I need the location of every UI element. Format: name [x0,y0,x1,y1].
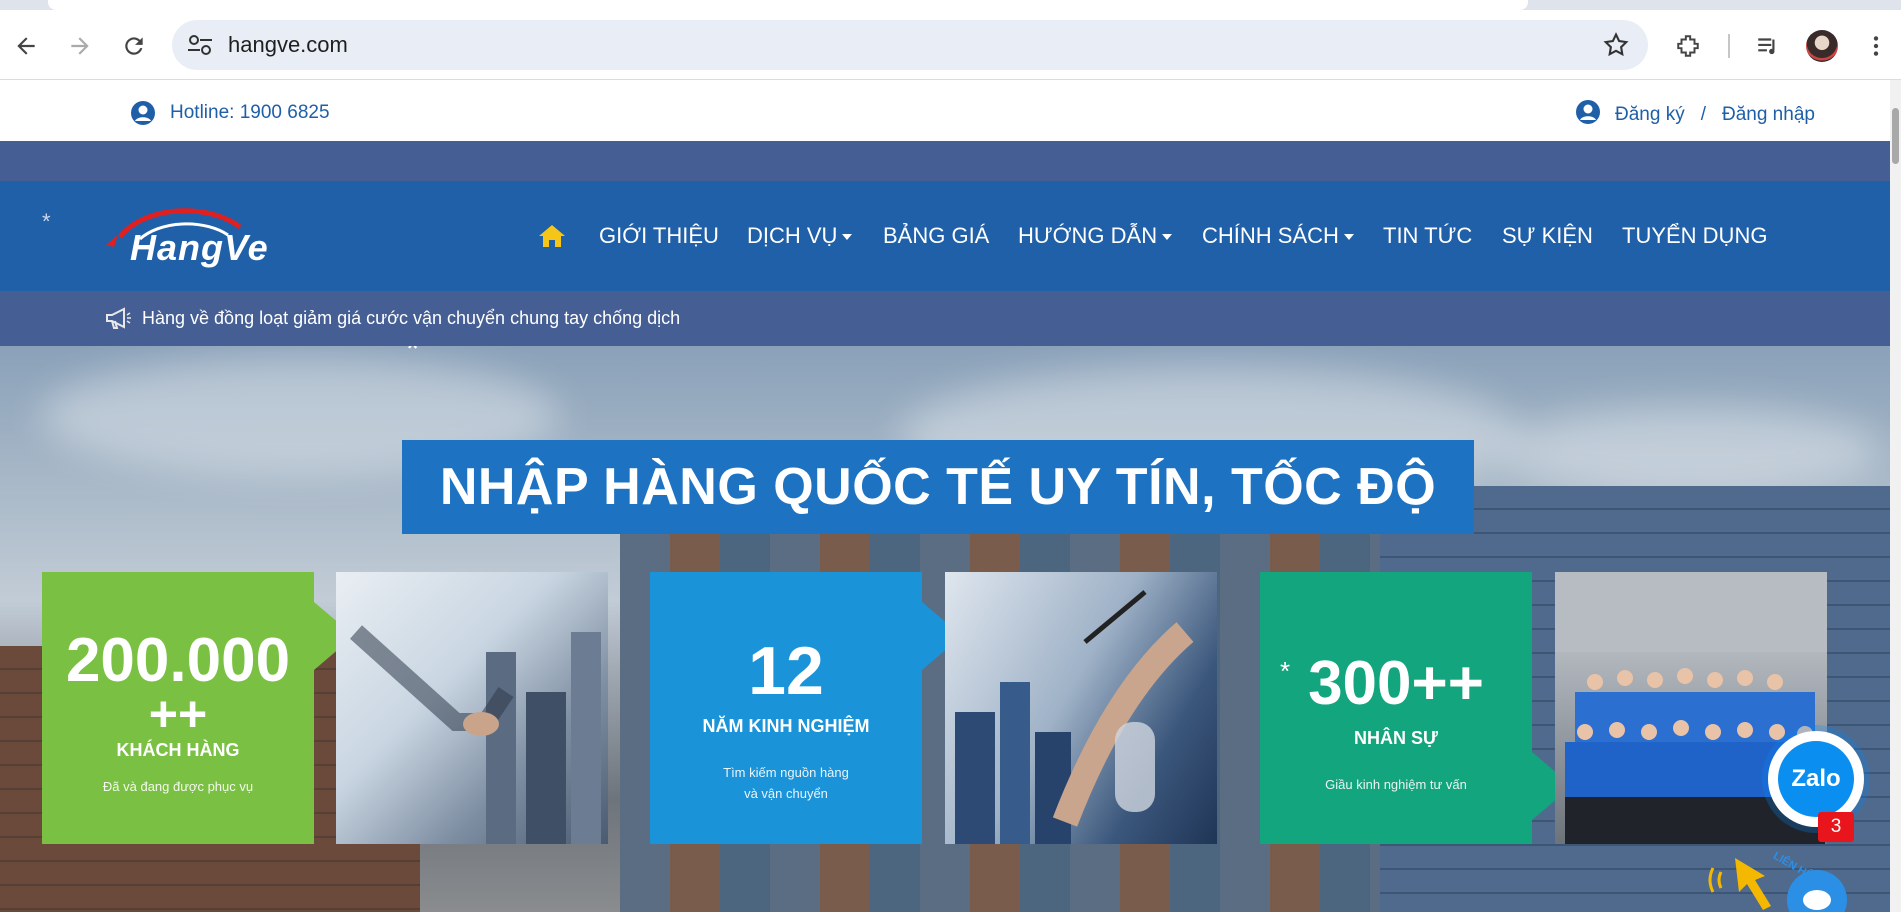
auth-links: Đăng ký / Đăng nhập [1575,100,1815,128]
main-navbar: * HangVe GIỚI THIỆU DỊCH VỤ BẢNG GIÁ HƯỚ… [0,181,1890,291]
hero-banner: * NHẬP HÀNG QUỐC TẾ UY TÍN, TỐC ĐỘ 200.0… [0,346,1890,912]
home-icon[interactable] [538,223,566,249]
handshake-illustration [349,625,601,844]
active-tab[interactable] [48,0,1528,10]
notification-badge: 3 [1818,812,1854,842]
nav-item-chinh-sach[interactable]: CHÍNH SÁCH [1202,223,1354,249]
auth-separator: / [1700,104,1706,126]
hero-title-box: NHẬP HÀNG QUỐC TẾ UY TÍN, TỐC ĐỘ [402,440,1474,534]
extensions-icon[interactable] [1668,26,1708,66]
tab-strip [0,0,1901,10]
nav-item-bang-gia[interactable]: BẢNG GIÁ [883,223,989,249]
hotline-text[interactable]: Hotline: 1900 6825 [170,102,330,124]
stat-subtext-2: và vận chuyển [744,786,828,801]
chevron-down-icon [1162,234,1173,241]
handshake-photo [336,572,608,844]
url-text[interactable]: hangve.com [228,32,348,58]
megaphone-icon [106,307,131,329]
nav-item-huong-dan[interactable]: HƯỚNG DẪN [1018,223,1173,249]
page-scrollbar[interactable] [1890,80,1901,912]
user-icon [131,101,155,125]
browser-toolbar: hangve.com [0,10,1901,80]
login-link[interactable]: Đăng nhập [1722,104,1815,126]
account-icon [1576,100,1600,124]
nav-item-tin-tuc[interactable]: TIN TỨC [1383,223,1472,249]
contact-now-icon [1708,858,1847,917]
forward-icon[interactable] [60,26,100,66]
stat-value: 12 [748,633,824,709]
stat-value-suffix: ++ [148,686,208,742]
register-link[interactable]: Đăng ký [1615,104,1685,126]
bookmark-star-icon[interactable] [1602,31,1630,59]
stat-value: 300++ [1308,649,1484,718]
stat-card-experience: 12 NĂM KINH NGHIỆM Tìm kiếm nguồn hàng v… [650,572,962,844]
scrollbar-thumb[interactable] [1892,108,1899,164]
nav-label: SỰ KIỆN [1502,223,1593,248]
nav-label: DỊCH VỤ [747,223,838,248]
snowflake-decoration: * [406,346,420,368]
announcement-text[interactable]: Hàng về đồng loạt giảm giá cước vận chuy… [142,308,680,329]
nav-label: HƯỚNG DẪN [1018,223,1158,248]
site-settings-icon[interactable] [186,32,214,58]
announcement-bar: Hàng về đồng loạt giảm giá cước vận chuy… [0,291,1890,346]
stat-subtext: Đã và đang được phục vụ [102,779,254,794]
back-icon[interactable] [6,26,46,66]
sky-cloud [1500,406,1880,496]
nav-label: BẢNG GIÁ [883,223,990,248]
chevron-down-icon [1343,234,1354,241]
media-controls-icon[interactable] [1748,26,1788,66]
more-menu-icon[interactable] [1856,26,1896,66]
hero-title: NHẬP HÀNG QUỐC TẾ UY TÍN, TỐC ĐỘ [439,458,1437,516]
stat-label: NĂM KINH NGHIỆM [702,716,870,736]
chevron-down-icon [842,234,853,241]
business-photo [945,572,1217,844]
contact-now-widget[interactable]: LIÊN HỆ NGAY [1705,848,1890,917]
snowflake-decoration: * [1280,656,1291,686]
primary-nav: GIỚI THIỆU DỊCH VỤ BẢNG GIÁ HƯỚNG DẪN CH… [0,181,1890,291]
nav-item-dich-vu[interactable]: DỊCH VỤ [747,223,853,249]
stat-label: NHÂN SỰ [1354,728,1438,748]
zalo-logo: Zalo [1778,741,1854,817]
stat-subtext: Tìm kiếm nguồn hàng [723,765,849,780]
stat-card-customers: 200.000 ++ KHÁCH HÀNG Đã và đang được ph… [42,572,354,844]
nav-label: CHÍNH SÁCH [1202,223,1339,248]
nav-label: TUYỂN DỤNG [1622,223,1768,248]
business-illustration [955,590,1194,844]
stat-subtext: Giầu kinh nghiệm tư vấn [1325,777,1467,792]
profile-avatar[interactable] [1806,30,1838,62]
stat-value: 200.000 [65,626,291,695]
nav-label: GIỚI THIỆU [599,223,719,248]
reload-icon[interactable] [114,26,154,66]
address-bar[interactable]: hangve.com [172,20,1648,70]
header-band [0,141,1890,181]
stat-card-staff: * 300++ NHÂN SỰ Giầu kinh nghiệm tư vấn [1260,572,1572,844]
site-topbar: Hotline: 1900 6825 Đăng ký / Đăng nhập [0,80,1890,141]
nav-item-su-kien[interactable]: SỰ KIỆN [1502,223,1593,249]
nav-item-gioi-thieu[interactable]: GIỚI THIỆU [599,223,719,249]
nav-label: TIN TỨC [1383,223,1473,248]
stat-label: KHÁCH HÀNG [116,740,240,760]
toolbar-divider [1728,34,1730,58]
nav-item-tuyen-dung[interactable]: TUYỂN DỤNG [1622,223,1767,249]
